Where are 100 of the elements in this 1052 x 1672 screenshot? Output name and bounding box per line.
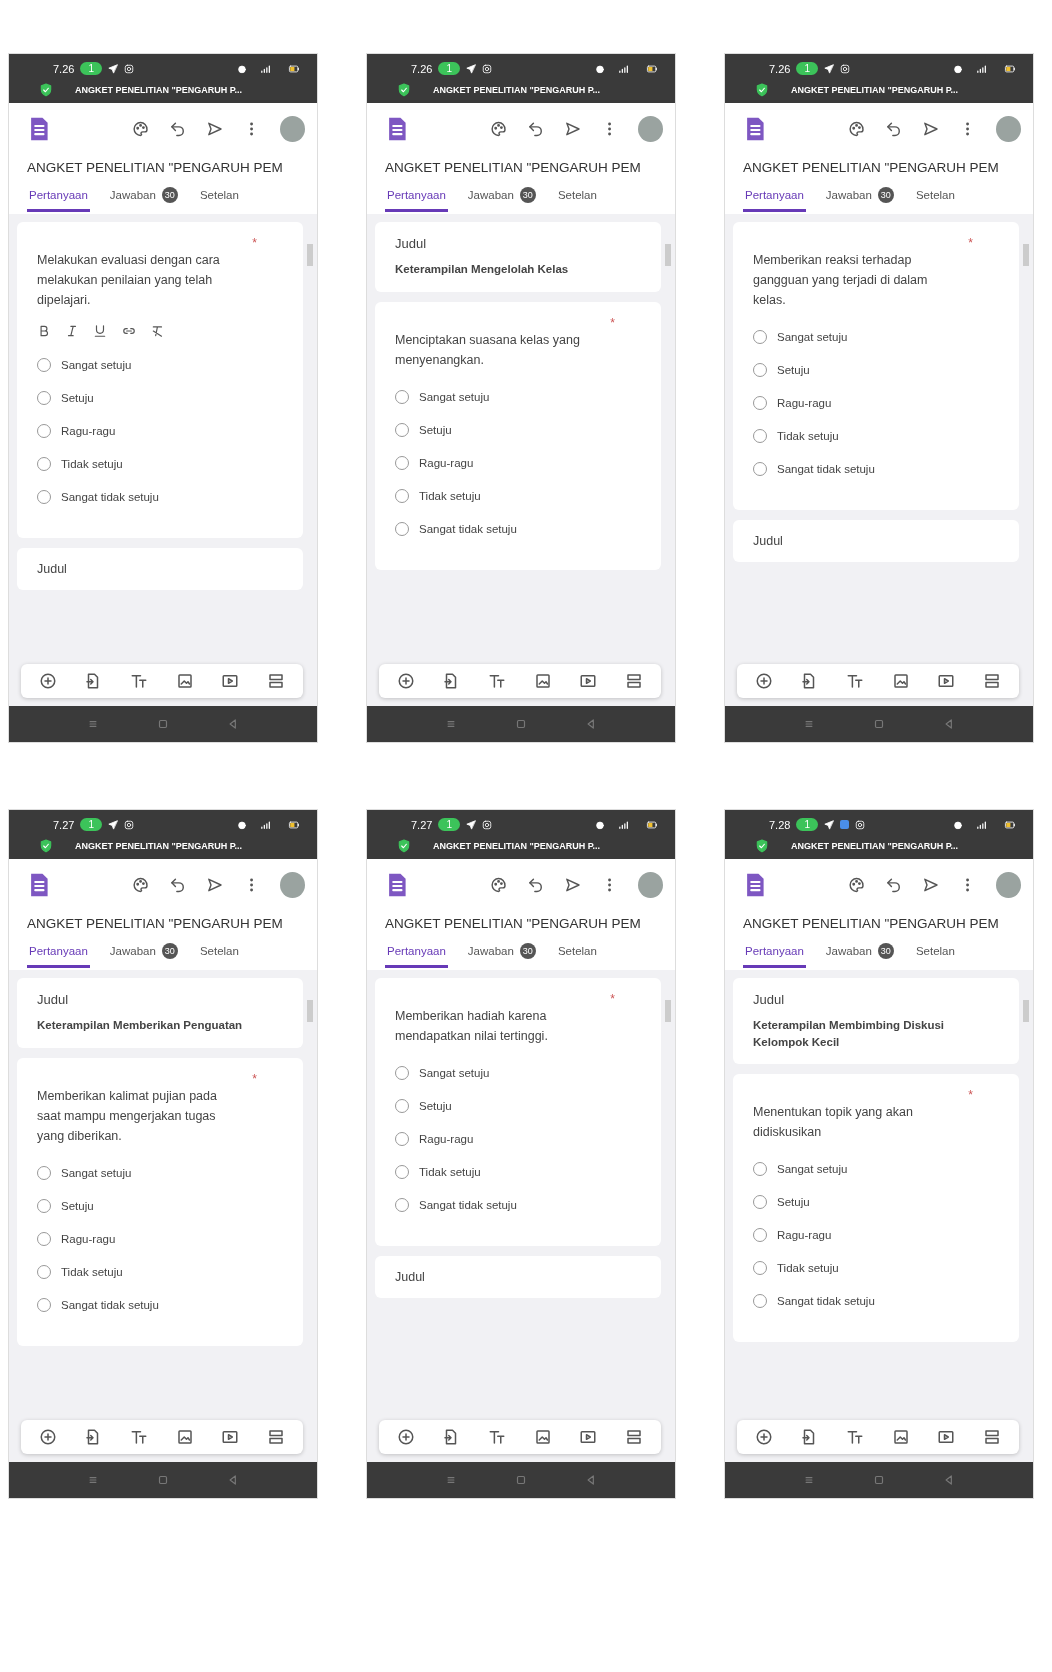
text-size-icon[interactable]: [130, 1428, 149, 1446]
send-icon[interactable]: [206, 120, 224, 138]
tab[interactable]: Setelan: [555, 189, 599, 212]
undo-icon[interactable]: [526, 120, 544, 138]
tab[interactable]: Jawaban 30: [107, 943, 180, 970]
alarm-icon: [953, 63, 963, 74]
send-icon[interactable]: [564, 120, 582, 138]
tab[interactable]: Pertanyaan: [743, 945, 806, 968]
home-icon[interactable]: [514, 717, 528, 731]
avatar[interactable]: [996, 872, 1021, 898]
text-size-icon[interactable]: [130, 672, 149, 690]
section-icon[interactable]: [983, 1428, 1002, 1446]
text-size-icon[interactable]: [488, 672, 507, 690]
avatar[interactable]: [996, 116, 1021, 142]
video-icon[interactable]: [937, 1428, 956, 1446]
section-icon[interactable]: [267, 1428, 286, 1446]
section-icon[interactable]: [267, 672, 286, 690]
home-icon[interactable]: [514, 1473, 528, 1487]
tab[interactable]: Jawaban 30: [823, 187, 896, 214]
tab[interactable]: Pertanyaan: [27, 189, 90, 212]
add-circle-icon[interactable]: [754, 672, 773, 690]
video-icon[interactable]: [221, 1428, 240, 1446]
add-circle-icon[interactable]: [754, 1428, 773, 1446]
scrollbar[interactable]: [665, 244, 671, 266]
palette-icon[interactable]: [131, 120, 149, 138]
home-icon[interactable]: [156, 1473, 170, 1487]
add-circle-icon[interactable]: [396, 672, 415, 690]
tab[interactable]: Jawaban 30: [465, 943, 538, 970]
tab[interactable]: Setelan: [913, 189, 957, 212]
send-icon[interactable]: [206, 876, 224, 894]
undo-icon[interactable]: [168, 876, 186, 894]
home-icon[interactable]: [872, 717, 886, 731]
video-icon[interactable]: [579, 672, 598, 690]
undo-icon[interactable]: [168, 120, 186, 138]
tab[interactable]: Setelan: [197, 189, 241, 212]
tab[interactable]: Setelan: [913, 945, 957, 968]
image-icon[interactable]: [175, 672, 194, 690]
image-icon[interactable]: [891, 672, 910, 690]
add-circle-icon[interactable]: [38, 1428, 57, 1446]
option-label: Sangat setuju: [61, 359, 132, 371]
palette-icon[interactable]: [489, 120, 507, 138]
tab[interactable]: Jawaban 30: [465, 187, 538, 214]
avatar[interactable]: [638, 116, 663, 142]
section-icon[interactable]: [625, 672, 644, 690]
undo-icon[interactable]: [884, 120, 902, 138]
option-label: Tidak setuju: [777, 1262, 839, 1275]
section-icon[interactable]: [983, 672, 1002, 690]
alarm-icon: [237, 63, 247, 74]
tab[interactable]: Pertanyaan: [743, 189, 806, 212]
text-size-icon[interactable]: [488, 1428, 507, 1446]
tab[interactable]: Setelan: [197, 945, 241, 968]
bold-icon[interactable]: [37, 324, 51, 338]
tab[interactable]: Pertanyaan: [27, 945, 90, 968]
option-label: Setuju: [777, 364, 810, 376]
section-icon[interactable]: [625, 1428, 644, 1446]
scrollbar[interactable]: [307, 1000, 313, 1022]
scrollbar[interactable]: [307, 244, 313, 266]
video-icon[interactable]: [221, 672, 240, 690]
underline-icon[interactable]: [93, 324, 107, 338]
image-icon[interactable]: [891, 1428, 910, 1446]
home-icon[interactable]: [156, 717, 170, 731]
palette-icon[interactable]: [131, 876, 149, 894]
image-icon[interactable]: [175, 1428, 194, 1446]
scrollbar[interactable]: [1023, 244, 1029, 266]
section-label: Judul: [37, 992, 70, 1007]
add-circle-icon[interactable]: [38, 672, 57, 690]
section-label: Judul: [753, 534, 784, 548]
option-label: Setuju: [419, 423, 452, 436]
send-icon[interactable]: [922, 120, 940, 138]
tab[interactable]: Setelan: [555, 945, 599, 968]
scrollbar[interactable]: [1023, 1000, 1029, 1022]
palette-icon[interactable]: [847, 120, 865, 138]
video-icon[interactable]: [579, 1428, 598, 1446]
send-icon[interactable]: [922, 876, 940, 894]
send-icon[interactable]: [564, 876, 582, 894]
clock-time: 7.27: [411, 818, 433, 831]
text-size-icon[interactable]: [846, 672, 865, 690]
avatar[interactable]: [280, 872, 305, 898]
tab[interactable]: Jawaban 30: [823, 943, 896, 970]
image-icon[interactable]: [533, 672, 552, 690]
tab[interactable]: Jawaban 30: [107, 187, 180, 214]
palette-icon[interactable]: [489, 876, 507, 894]
home-icon[interactable]: [872, 1473, 886, 1487]
video-icon[interactable]: [937, 672, 956, 690]
shield-check-icon: [755, 83, 769, 97]
add-circle-icon[interactable]: [396, 1428, 415, 1446]
question-text: Memberikan reaksi terhadap gangguan yang terjadi di dalam kelas.: [753, 252, 929, 309]
scrollbar[interactable]: [665, 1000, 671, 1022]
clear-format-icon[interactable]: [151, 324, 165, 338]
image-icon[interactable]: [533, 1428, 552, 1446]
palette-icon[interactable]: [847, 876, 865, 894]
undo-icon[interactable]: [884, 876, 902, 894]
tab[interactable]: Pertanyaan: [385, 189, 448, 212]
text-size-icon[interactable]: [846, 1428, 865, 1446]
avatar[interactable]: [638, 872, 663, 898]
tab[interactable]: Pertanyaan: [385, 945, 448, 968]
undo-icon[interactable]: [526, 876, 544, 894]
camera-icon: [840, 63, 850, 74]
italic-icon[interactable]: [65, 324, 79, 338]
avatar[interactable]: [280, 116, 305, 142]
